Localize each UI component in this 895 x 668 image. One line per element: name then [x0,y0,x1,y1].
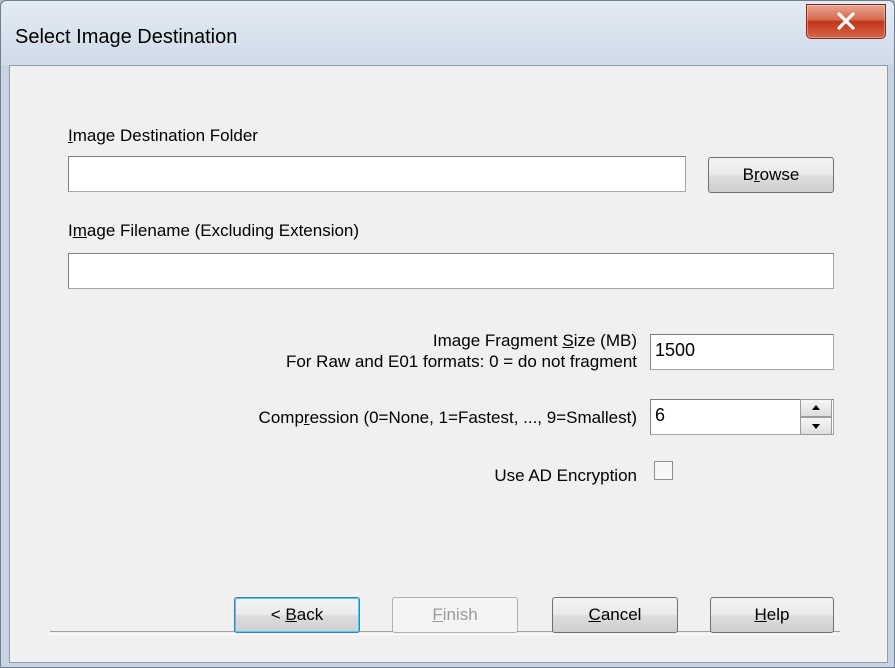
dialog-window: Select Image Destination Image Destinati… [0,0,895,668]
browse-label: Browse [742,165,800,184]
dialog-body: Image Destination Folder Browse Image Fi… [9,65,888,663]
encryption-checkbox[interactable] [654,461,673,480]
close-button[interactable] [806,4,886,39]
close-icon [837,12,855,30]
fragment-size-label: Image Fragment Size (MB) [432,331,637,350]
back-label: < Back [270,605,324,624]
destination-folder-label-text: Image Destination Folder [68,126,258,145]
spin-down-icon [812,424,820,429]
spin-up-button[interactable] [800,399,832,417]
finish-button[interactable]: Finish [392,597,518,633]
help-label: Help [754,605,790,624]
destination-folder-label: Image Destination Folder [68,126,258,146]
filename-label: Image Filename (Excluding Extension) [68,221,360,240]
help-button[interactable]: Help [710,597,834,633]
back-button[interactable]: < Back [234,597,360,633]
spin-down-button[interactable] [800,417,832,435]
spin-up-icon [812,405,820,410]
cancel-button[interactable]: Cancel [552,597,678,633]
browse-button[interactable]: Browse [708,157,834,193]
encryption-label: Use AD Encryption [494,466,637,485]
compression-label: Compression (0=None, 1=Fastest, ..., 9=S… [258,408,637,427]
finish-label: Finish [432,605,478,624]
cancel-label: Cancel [588,605,642,624]
window-title: Select Image Destination [15,26,238,48]
title-bar[interactable]: Select Image Destination [1,1,894,65]
destination-folder-input[interactable] [68,156,686,192]
compression-spinner[interactable] [800,399,832,435]
fragment-size-note: For Raw and E01 formats: 0 = do not frag… [285,352,637,371]
filename-input[interactable] [68,253,834,289]
fragment-size-input[interactable]: 1500 [650,334,834,370]
